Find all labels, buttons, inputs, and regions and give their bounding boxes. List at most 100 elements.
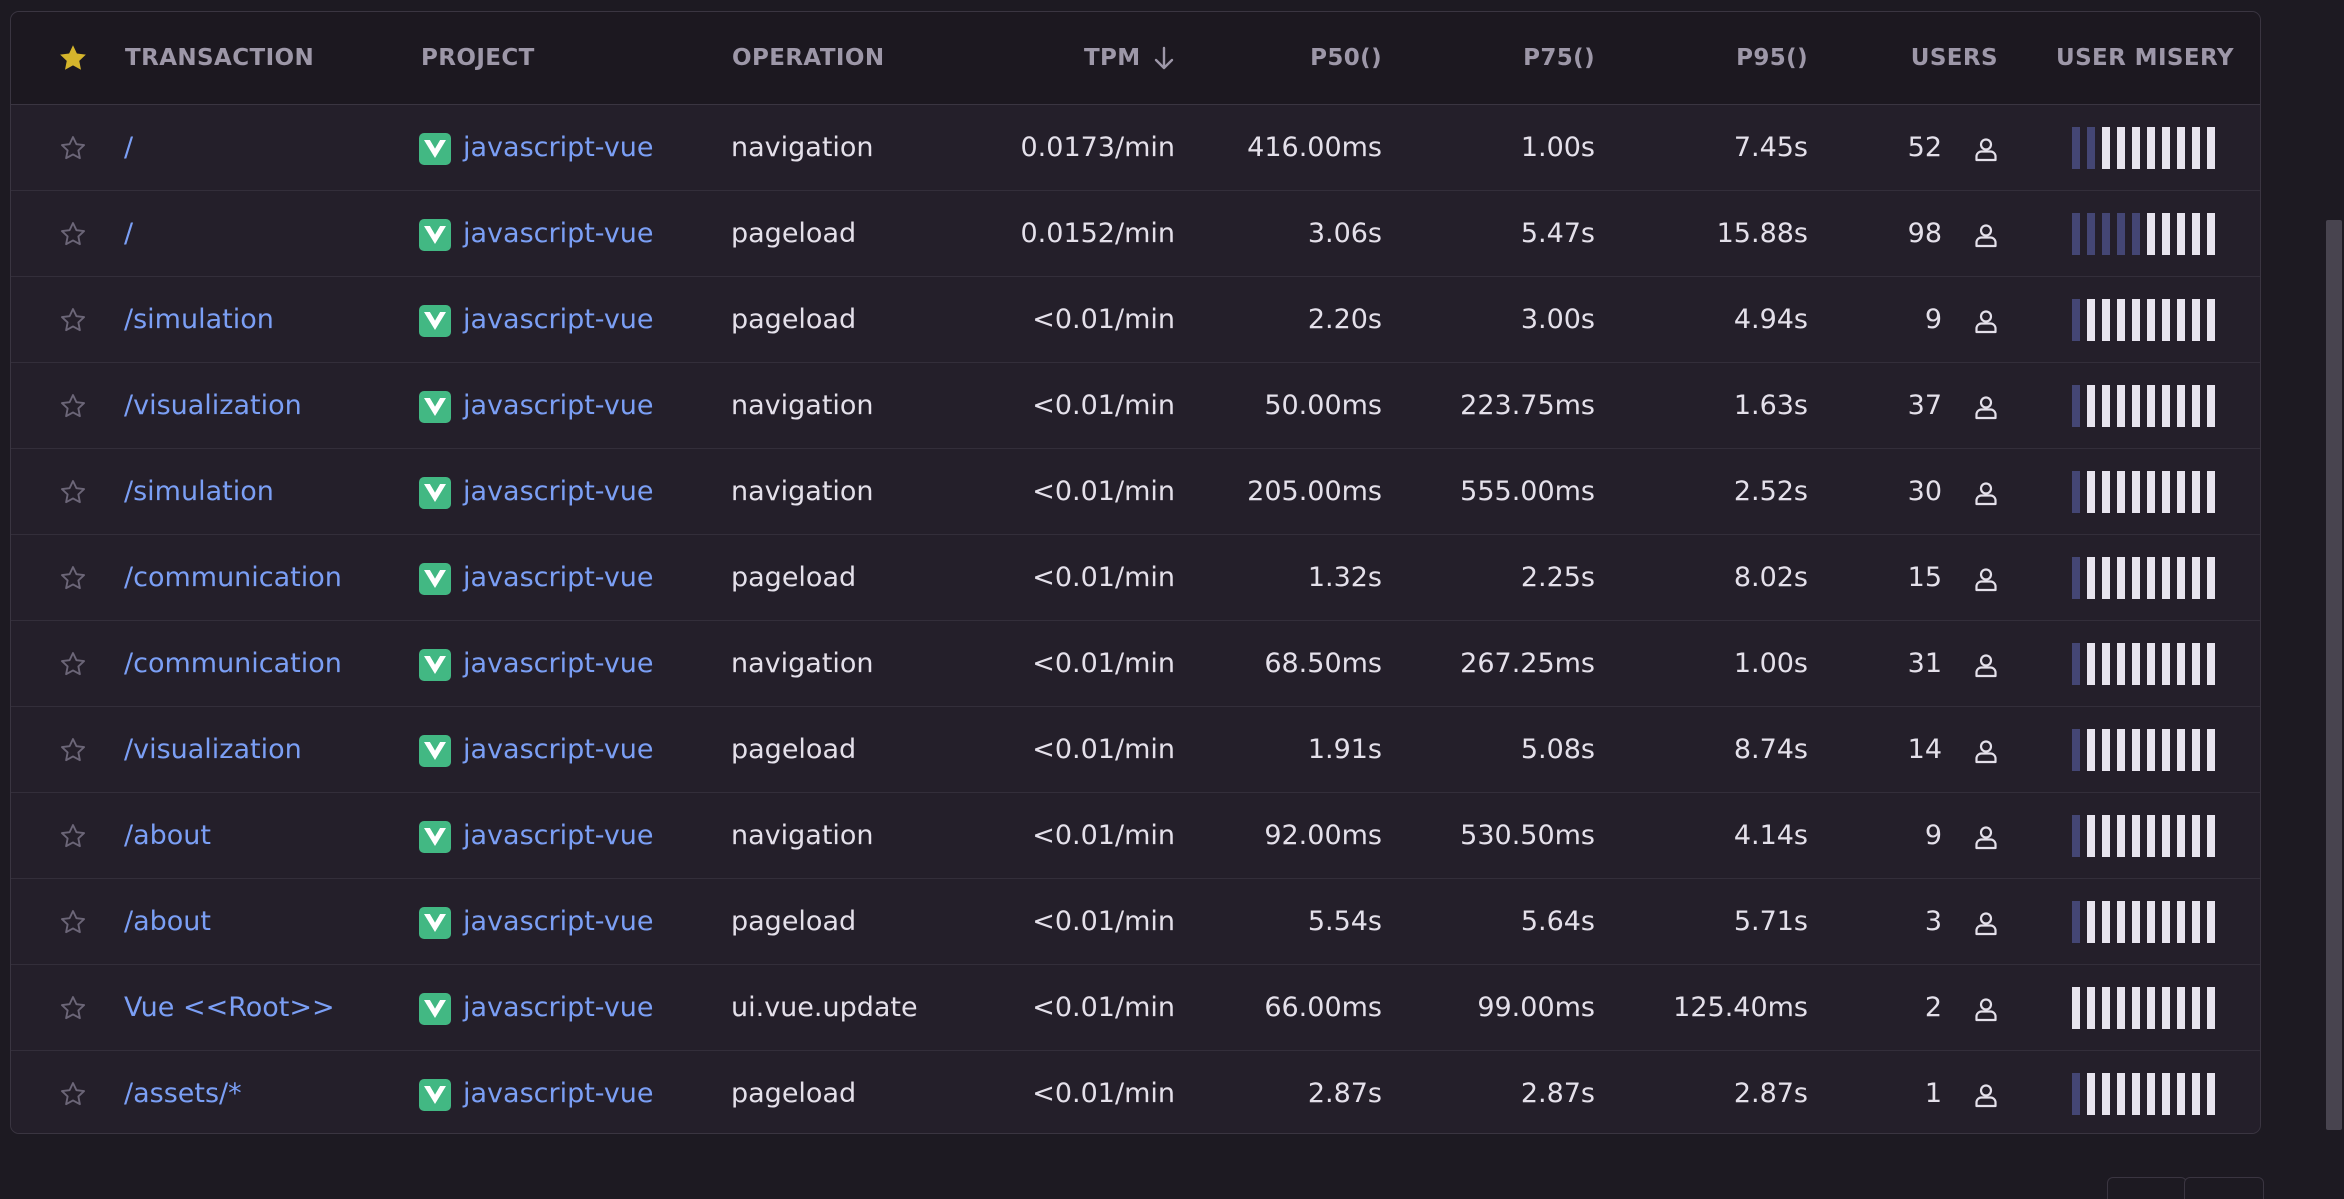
header-user-misery[interactable]: USER MISERY [2056,12,2234,104]
user-misery-bar[interactable] [2072,901,2232,943]
transactions-table: TRANSACTION PROJECT OPERATION TPM P50() … [10,11,2261,1134]
header-p75[interactable]: P75() [1523,12,1595,104]
misery-bar [2162,815,2170,857]
misery-bar [2207,987,2215,1029]
transaction-link[interactable]: /simulation [124,449,274,534]
misery-bar [2072,729,2080,771]
arrow-down-icon [1154,46,1174,69]
vue-logo-icon [419,391,451,423]
misery-bar [2177,385,2185,427]
operation-cell: navigation [731,476,874,507]
users-count: 15 [1907,562,1942,593]
transaction-link[interactable]: /communication [124,535,342,620]
tpm-cell: <0.01/min [1032,390,1175,421]
header-project[interactable]: PROJECT [421,12,535,104]
header-transaction[interactable]: TRANSACTION [125,12,314,104]
table-row: / javascript-vue navigation 0.0173/min 416.0… [11,105,2260,191]
star-outline-icon[interactable] [56,707,90,792]
star-outline-icon[interactable] [56,1051,90,1133]
transaction-link[interactable]: /simulation [124,277,274,362]
star-outline-icon[interactable] [56,965,90,1050]
p50-cell: 1.32s [1307,562,1382,593]
p95-cell: 7.45s [1733,132,1808,163]
tpm-cell: <0.01/min [1032,992,1175,1023]
header-p95[interactable]: P95() [1736,12,1808,104]
transaction-link[interactable]: /visualization [124,707,302,792]
project-link[interactable]: javascript-vue [463,707,654,792]
transaction-link[interactable]: /about [124,793,211,878]
user-misery-bar[interactable] [2072,471,2232,513]
pagination-next-button[interactable] [2184,1177,2264,1199]
misery-bar [2147,127,2155,169]
misery-bar [2132,901,2140,943]
header-tpm[interactable]: TPM [1084,12,1175,104]
header-users[interactable]: USERS [1911,12,1998,104]
transaction-link[interactable]: / [124,105,133,190]
p75-cell: 5.47s [1520,218,1595,249]
table-row: /communication javascript-vue navigation <0… [11,621,2260,707]
p50-cell: 1.91s [1307,734,1382,765]
page: TRANSACTION PROJECT OPERATION TPM P50() … [0,0,2344,1199]
transaction-link[interactable]: / [124,191,133,276]
misery-bar [2087,127,2095,169]
project-link[interactable]: javascript-vue [463,105,654,190]
star-outline-icon[interactable] [56,535,90,620]
header-operation[interactable]: OPERATION [732,12,885,104]
transaction-link[interactable]: /assets/* [124,1051,242,1133]
user-icon [1973,738,1999,764]
operation-cell: ui.vue.update [731,992,918,1023]
project-link[interactable]: javascript-vue [463,191,654,276]
star-outline-icon[interactable] [56,793,90,878]
user-misery-bar[interactable] [2072,1073,2232,1115]
user-misery-bar[interactable] [2072,729,2232,771]
user-misery-bar[interactable] [2072,385,2232,427]
misery-bar [2117,213,2125,255]
star-outline-icon[interactable] [56,191,90,276]
transaction-link[interactable]: /about [124,879,211,964]
project-link[interactable]: javascript-vue [463,363,654,448]
project-link[interactable]: javascript-vue [463,793,654,878]
transaction-link[interactable]: /communication [124,621,342,706]
user-misery-bar[interactable] [2072,127,2232,169]
star-outline-icon[interactable] [56,363,90,448]
project-link[interactable]: javascript-vue [463,1051,654,1133]
misery-bar [2102,901,2110,943]
misery-bar [2102,127,2110,169]
table-row: /about javascript-vue pageload <0.01/min 5.5… [11,879,2260,965]
scrollbar-thumb[interactable] [2326,220,2342,1130]
project-link[interactable]: javascript-vue [463,535,654,620]
users-count: 9 [1924,820,1942,851]
project-link[interactable]: javascript-vue [463,621,654,706]
p50-cell: 205.00ms [1247,476,1382,507]
header-p50[interactable]: P50() [1310,12,1382,104]
project-link[interactable]: javascript-vue [463,965,654,1050]
star-outline-icon[interactable] [56,879,90,964]
pagination-prev-button[interactable] [2107,1177,2187,1199]
misery-bar [2117,901,2125,943]
misery-bar [2162,1073,2170,1115]
star-outline-icon[interactable] [56,449,90,534]
users-count: 30 [1907,476,1942,507]
user-misery-bar[interactable] [2072,213,2232,255]
misery-bar [2117,729,2125,771]
star-outline-icon[interactable] [56,621,90,706]
user-misery-bar[interactable] [2072,987,2232,1029]
p75-cell: 530.50ms [1460,820,1595,851]
user-misery-bar[interactable] [2072,557,2232,599]
user-misery-bar[interactable] [2072,815,2232,857]
project-link[interactable]: javascript-vue [463,449,654,534]
project-link[interactable]: javascript-vue [463,879,654,964]
user-misery-bar[interactable] [2072,643,2232,685]
transaction-link[interactable]: Vue <<Root>> [124,965,335,1050]
star-outline-icon[interactable] [56,105,90,190]
misery-bar [2132,643,2140,685]
p50-cell: 50.00ms [1264,390,1382,421]
project-link[interactable]: javascript-vue [463,277,654,362]
star-outline-icon[interactable] [56,277,90,362]
table-row: /assets/* javascript-vue pageload <0.01/min… [11,1051,2260,1133]
star-filled-icon[interactable] [54,12,92,104]
misery-bar [2147,1073,2155,1115]
tpm-cell: <0.01/min [1032,562,1175,593]
transaction-link[interactable]: /visualization [124,363,302,448]
user-misery-bar[interactable] [2072,299,2232,341]
